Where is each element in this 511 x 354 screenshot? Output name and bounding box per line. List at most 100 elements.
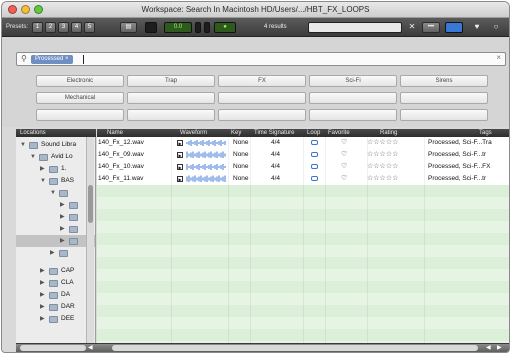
window-title: Workspace: Search In Macintosh HD/Users/… — [141, 5, 370, 14]
scroll-left-icon[interactable]: ◀ — [486, 344, 491, 352]
tag-sci-fi-button[interactable]: Sci-Fi — [309, 75, 397, 87]
location-tree-item[interactable]: ▶ CLA — [16, 277, 95, 289]
location-tree-item[interactable]: ▶ — [16, 235, 95, 247]
rating-stars[interactable]: ☆☆☆☆☆ — [367, 138, 398, 146]
settings-icon[interactable]: ○ — [491, 22, 501, 33]
location-tree-item[interactable]: ▶ — [16, 199, 95, 211]
disclosure-closed-icon[interactable]: ▶ — [60, 235, 65, 247]
sync-button[interactable]: ● — [214, 22, 236, 33]
location-tree-item[interactable]: ▼ Avid Lo — [16, 151, 95, 163]
preset-3-button[interactable]: 3 — [58, 22, 69, 33]
locations-scroll-thumb[interactable] — [88, 185, 93, 223]
preset-1-button[interactable]: 1 — [32, 22, 43, 33]
disclosure-closed-icon[interactable]: ▶ — [60, 223, 65, 235]
level-display[interactable]: 0.0 — [164, 22, 192, 33]
disclosure-open-icon[interactable]: ▼ — [40, 175, 46, 187]
processed-tag-token[interactable]: Processed × — [31, 55, 73, 64]
disclosure-open-icon[interactable]: ▼ — [20, 139, 26, 151]
location-tree-item[interactable]: ▶ CAP — [16, 265, 95, 277]
tag-empty-button[interactable] — [36, 109, 124, 121]
column-divider — [250, 137, 251, 343]
location-tree-item[interactable]: ▼ BAS — [16, 175, 95, 187]
more-button[interactable]: ••• — [422, 22, 440, 33]
disclosure-closed-icon[interactable]: ▶ — [40, 289, 45, 301]
tag-empty-button[interactable] — [400, 92, 488, 104]
play-icon[interactable]: ▶ — [177, 140, 183, 146]
play-icon[interactable]: ▶ — [177, 176, 183, 182]
heart-filter-icon[interactable]: ♥ — [472, 22, 482, 33]
disclosure-open-icon[interactable]: ▼ — [30, 151, 36, 163]
search-input[interactable]: ⚲ Processed × × — [16, 52, 506, 66]
disclosure-open-icon[interactable]: ▼ — [50, 187, 56, 199]
view-toggle-button[interactable] — [445, 22, 463, 33]
results-hscroll-thumb[interactable] — [112, 345, 478, 351]
tag-empty-button[interactable] — [218, 109, 306, 121]
preset-5-button[interactable]: 5 — [84, 22, 95, 33]
tag-mechanical-button[interactable]: Mechanical — [36, 92, 124, 104]
favorite-heart-icon[interactable]: ♡ — [341, 162, 347, 170]
disclosure-closed-icon[interactable]: ▶ — [50, 247, 55, 259]
toolbar-search-field[interactable] — [308, 22, 402, 33]
preset-2-button[interactable]: 2 — [45, 22, 56, 33]
preset-4-button[interactable]: 4 — [71, 22, 82, 33]
play-icon[interactable]: ▶ — [177, 164, 183, 170]
search-clear-icon[interactable]: × — [496, 53, 501, 62]
column-tags[interactable]: Tags — [479, 129, 492, 137]
column-rating[interactable]: Rating — [380, 129, 397, 137]
location-tree-label: Avid Lo — [51, 153, 73, 160]
text-caret — [83, 55, 84, 64]
disclosure-closed-icon[interactable]: ▶ — [40, 265, 45, 277]
tag-empty-button[interactable] — [127, 92, 215, 104]
disclosure-closed-icon[interactable]: ▶ — [40, 277, 45, 289]
rating-stars[interactable]: ☆☆☆☆☆ — [367, 150, 398, 158]
tag-sirens-button[interactable]: Sirens — [400, 75, 488, 87]
location-tree-item[interactable]: ▶ — [16, 247, 95, 259]
tag-fx-button[interactable]: FX — [218, 75, 306, 87]
locations-tree[interactable]: ▼ Sound Libra ▼ Avid Lo ▶ 1. ▼ BAS ▼ ▶ ▶ ▶ ▶ ▶ ▶ CAP ▶ CL… — [16, 137, 96, 343]
location-tree-item[interactable]: ▶ — [16, 211, 95, 223]
location-tree-item[interactable]: ▼ — [16, 187, 95, 199]
favorite-heart-icon[interactable]: ♡ — [341, 138, 347, 146]
tag-empty-button[interactable] — [127, 109, 215, 121]
column-time-signature[interactable]: Time Signature — [254, 129, 294, 137]
location-tree-item[interactable]: ▶ — [16, 223, 95, 235]
horizontal-scrollbar[interactable]: ◀ ◀ ▶ — [16, 343, 509, 352]
audition-button[interactable] — [145, 22, 157, 33]
disclosure-closed-icon[interactable]: ▶ — [40, 301, 45, 313]
clear-icon[interactable]: ✕ — [407, 22, 417, 33]
disclosure-closed-icon[interactable]: ▶ — [40, 163, 45, 175]
favorite-heart-icon[interactable]: ♡ — [341, 150, 347, 158]
tag-empty-button[interactable] — [309, 109, 397, 121]
locations-header[interactable]: Locations — [16, 129, 96, 137]
location-tree-item[interactable]: ▼ Sound Libra — [16, 139, 95, 151]
ellipsis-icon: ••• — [427, 24, 435, 30]
disclosure-closed-icon[interactable]: ▶ — [60, 211, 65, 223]
locations-scrollbar[interactable] — [86, 137, 94, 343]
location-tree-item[interactable]: ▶ DAR — [16, 301, 95, 313]
rating-stars[interactable]: ☆☆☆☆☆ — [367, 162, 398, 170]
disclosure-closed-icon[interactable]: ▶ — [60, 199, 65, 211]
location-tree-item[interactable]: ▶ DEE — [16, 313, 95, 325]
disclosure-closed-icon[interactable]: ▶ — [40, 313, 45, 325]
location-tree-label: Sound Libra — [41, 141, 77, 148]
column-name[interactable]: Name — [107, 129, 123, 137]
tag-trap-button[interactable]: Trap — [127, 75, 215, 87]
column-loop[interactable]: Loop — [307, 129, 320, 137]
tag-empty-button[interactable] — [309, 92, 397, 104]
tag-empty-button[interactable] — [218, 92, 306, 104]
level-knob[interactable] — [195, 22, 201, 33]
location-tree-item[interactable]: ▶ 1. — [16, 163, 95, 175]
tag-electronic-button[interactable]: Electronic — [36, 75, 124, 87]
rating-stars[interactable]: ☆☆☆☆☆ — [367, 174, 398, 182]
location-tree-item[interactable]: ▶ DA — [16, 289, 95, 301]
locations-hscroll-thumb[interactable] — [20, 345, 86, 351]
column-waveform[interactable]: Waveform — [180, 129, 207, 137]
scroll-left-icon[interactable]: ◀ — [88, 344, 93, 352]
tag-empty-button[interactable] — [400, 109, 488, 121]
scroll-right-icon[interactable]: ▶ — [497, 344, 502, 352]
favorite-heart-icon[interactable]: ♡ — [341, 174, 347, 182]
column-key[interactable]: Key — [231, 129, 241, 137]
play-icon[interactable]: ▶ — [177, 152, 183, 158]
view-options-button[interactable]: ▤ — [120, 22, 137, 33]
column-favorite[interactable]: Favorite — [328, 129, 350, 137]
